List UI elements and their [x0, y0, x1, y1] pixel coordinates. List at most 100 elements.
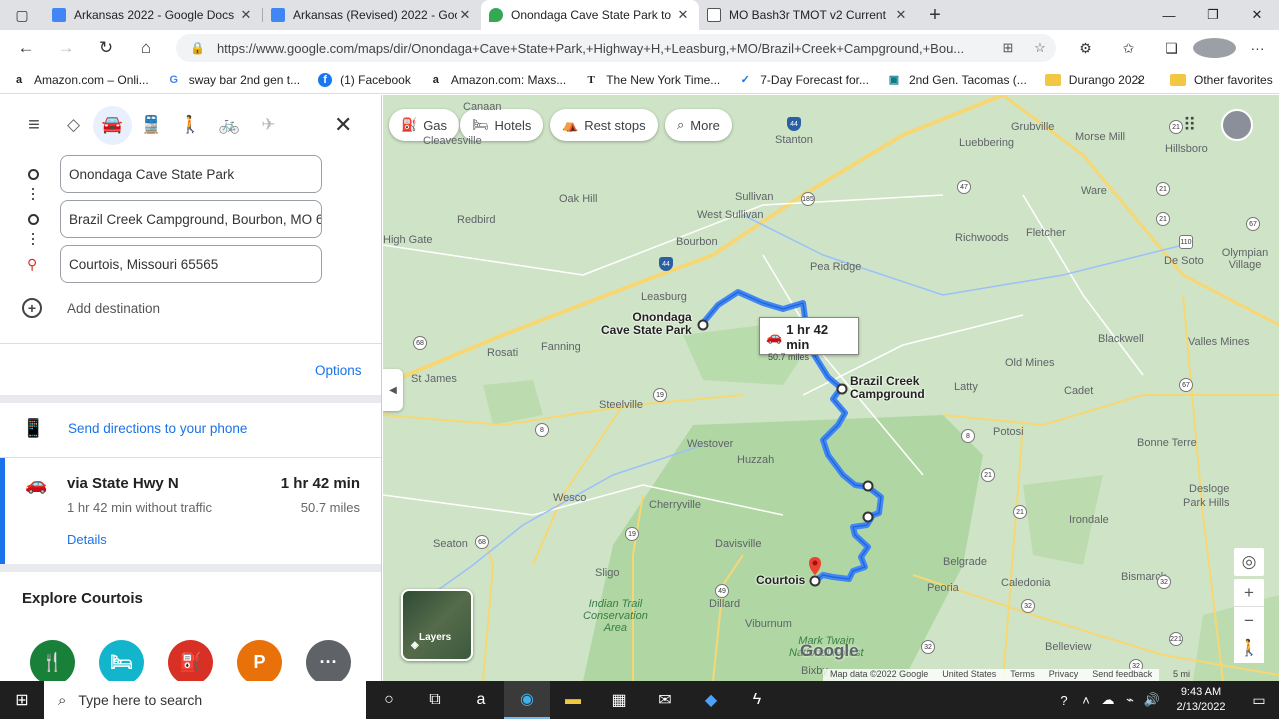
- windows-start-icon[interactable]: ⊞: [0, 681, 44, 719]
- edge-icon[interactable]: ◉: [504, 681, 550, 719]
- task-view-icon[interactable]: ⧉: [412, 681, 458, 719]
- taskbar-search[interactable]: ⌕ Type here to search: [44, 681, 366, 719]
- privacy-link[interactable]: Privacy: [1042, 669, 1086, 681]
- lock-icon[interactable]: 🔒: [190, 41, 205, 55]
- cortana-icon[interactable]: ○: [366, 681, 412, 719]
- terms-link[interactable]: Terms: [1003, 669, 1042, 681]
- close-tab-icon[interactable]: ✕: [893, 7, 909, 23]
- parking-button[interactable]: P: [237, 640, 282, 681]
- onedrive-icon[interactable]: ☁: [1097, 692, 1119, 708]
- tab-arkansas-revised[interactable]: Arkansas (Revised) 2022 - Google ✕: [263, 0, 481, 30]
- send-feedback-link[interactable]: Send feedback: [1085, 669, 1159, 681]
- best-route-icon[interactable]: ◇: [54, 106, 93, 145]
- store-icon[interactable]: ▦: [596, 681, 642, 719]
- waypoint-input[interactable]: Brazil Creek Campground, Bourbon, MO 6: [60, 200, 322, 238]
- route-details-link[interactable]: Details: [67, 532, 107, 547]
- route-info-box[interactable]: 🚗 1 hr 42 min 50.7 miles: [759, 317, 859, 362]
- route-option[interactable]: 🚗 via State Hwy N 1 hr 42 min 1 hr 42 mi…: [0, 458, 381, 564]
- google-apps-icon[interactable]: ⠿: [1183, 115, 1196, 136]
- close-directions-icon[interactable]: ✕: [334, 112, 352, 138]
- menu-icon[interactable]: ≡: [14, 114, 54, 137]
- tab-arkansas-2022[interactable]: Arkansas 2022 - Google Docs ✕: [44, 0, 262, 30]
- zoom-in-button[interactable]: +: [1234, 579, 1264, 607]
- address-bar[interactable]: 🔒 https://www.google.com/maps/dir/Ononda…: [176, 34, 1056, 62]
- flight-mode-icon[interactable]: ✈: [249, 106, 288, 145]
- forward-button[interactable]: →: [46, 30, 86, 66]
- connector-dots: [32, 230, 34, 248]
- chevron-right-icon[interactable]: ›: [1137, 72, 1141, 87]
- my-location-button[interactable]: ◎: [1234, 548, 1264, 576]
- minimize-icon[interactable]: —: [1147, 0, 1191, 30]
- courtois-label[interactable]: Courtois: [756, 574, 805, 587]
- file-explorer-icon[interactable]: ▬: [550, 681, 596, 719]
- favorite-forecast[interactable]: ✓ 7-Day Forecast for...: [738, 73, 869, 87]
- driving-mode-icon[interactable]: 🚘: [93, 105, 132, 145]
- collections-icon[interactable]: ❏: [1150, 30, 1193, 66]
- account-avatar[interactable]: [1221, 109, 1253, 141]
- map-canvas[interactable]: ⛽ Gas 🛏 Hotels ⛺ Rest stops ⌕ More ⠿ ◀ Canaa…: [383, 95, 1279, 681]
- favorite-nyt[interactable]: T The New York Time...: [584, 73, 721, 87]
- collapse-panel-button[interactable]: ◀: [383, 369, 403, 411]
- chevron-up-icon[interactable]: ˄: [1075, 693, 1097, 708]
- tab-mo-bash3r[interactable]: MO Bash3r TMOT v2 Current ✕: [699, 0, 917, 30]
- favorite-facebook[interactable]: f (1) Facebook: [318, 72, 411, 87]
- close-tab-icon[interactable]: ✕: [238, 7, 254, 23]
- hotels-button[interactable]: 🛏: [99, 640, 144, 681]
- back-button[interactable]: ←: [6, 30, 46, 66]
- new-tab-button[interactable]: +: [917, 0, 953, 30]
- send-to-phone-link[interactable]: 📱 Send directions to your phone: [22, 418, 247, 439]
- favorite-amazon[interactable]: a Amazon.com – Onli...: [12, 73, 149, 87]
- map-scale[interactable]: 5 mi: [1173, 669, 1190, 679]
- route-shield: 21: [1156, 212, 1170, 226]
- favorite-sway-bar[interactable]: Gsway bar 2nd gen t...: [167, 73, 300, 87]
- region-link[interactable]: United States: [935, 669, 1003, 681]
- amazon-app-icon[interactable]: a: [458, 681, 504, 719]
- more-categories-button[interactable]: ···: [306, 640, 351, 681]
- restaurants-button[interactable]: 🍴: [30, 640, 75, 681]
- close-window-icon[interactable]: ✕: [1235, 0, 1279, 30]
- favorite-tacomas[interactable]: ▣ 2nd Gen. Tacomas (...: [887, 73, 1027, 87]
- favorite-durango-folder[interactable]: Durango 2022: [1044, 73, 1145, 87]
- apps-available-icon[interactable]: ⊞: [992, 40, 1024, 56]
- cycling-mode-icon[interactable]: 🚲: [210, 106, 249, 145]
- travel-modes: ≡ ◇ 🚘 🚆 🚶 🚲 ✈: [0, 95, 381, 155]
- walking-mode-icon[interactable]: 🚶: [171, 106, 210, 145]
- reload-button[interactable]: ↻: [86, 30, 126, 66]
- profile-icon[interactable]: [1193, 30, 1236, 66]
- favorites-icon[interactable]: ✩: [1107, 30, 1150, 66]
- more-chip[interactable]: ⌕ More: [665, 109, 732, 141]
- close-tab-icon[interactable]: ✕: [457, 7, 473, 23]
- url-text[interactable]: https://www.google.com/maps/dir/Onondaga…: [217, 41, 992, 56]
- transit-mode-icon[interactable]: 🚆: [132, 106, 171, 145]
- add-destination-button[interactable]: + Add destination: [22, 298, 160, 318]
- destination-input[interactable]: Courtois, Missouri 65565: [60, 245, 322, 283]
- gas-button[interactable]: ⛽: [168, 640, 213, 681]
- onondaga-label[interactable]: Onondaga Cave State Park: [601, 311, 692, 337]
- close-tab-icon[interactable]: ✕: [675, 7, 691, 23]
- app-icon[interactable]: ϟ: [734, 681, 780, 719]
- network-icon[interactable]: ⌁: [1119, 692, 1141, 708]
- mail-icon[interactable]: ✉: [642, 681, 688, 719]
- options-link[interactable]: Options: [315, 363, 362, 378]
- add-favorite-icon[interactable]: ☆: [1024, 40, 1056, 56]
- toolbar-right: ⚙ ✩ ❏ ···: [1064, 30, 1279, 66]
- tab-actions-icon[interactable]: ▢: [0, 0, 44, 30]
- zoom-out-button[interactable]: −: [1234, 606, 1264, 634]
- pegman-icon[interactable]: 🚶: [1234, 633, 1264, 663]
- home-button[interactable]: ⌂: [126, 30, 166, 66]
- tab-maps-active[interactable]: Onondaga Cave State Park to Co ✕: [481, 0, 699, 30]
- clock[interactable]: 9:43 AM 2/13/2022: [1163, 685, 1239, 715]
- dropbox-icon[interactable]: ◆: [688, 681, 734, 719]
- rest-stops-chip[interactable]: ⛺ Rest stops: [550, 109, 658, 141]
- help-icon[interactable]: ?: [1053, 693, 1075, 708]
- notifications-icon[interactable]: ▭: [1239, 692, 1279, 709]
- extensions-icon[interactable]: ⚙: [1064, 30, 1107, 66]
- settings-more-icon[interactable]: ···: [1236, 30, 1279, 66]
- origin-input[interactable]: Onondaga Cave State Park: [60, 155, 322, 193]
- other-favorites[interactable]: Other favorites: [1170, 73, 1273, 87]
- layers-button[interactable]: ◈ Layers: [401, 589, 473, 661]
- brazil-creek-label[interactable]: Brazil Creek Campground: [850, 375, 925, 401]
- favorite-amazon-maxs[interactable]: a Amazon.com: Maxs...: [429, 73, 566, 87]
- volume-icon[interactable]: 🔊: [1141, 692, 1163, 708]
- restore-icon[interactable]: ❐: [1191, 0, 1235, 30]
